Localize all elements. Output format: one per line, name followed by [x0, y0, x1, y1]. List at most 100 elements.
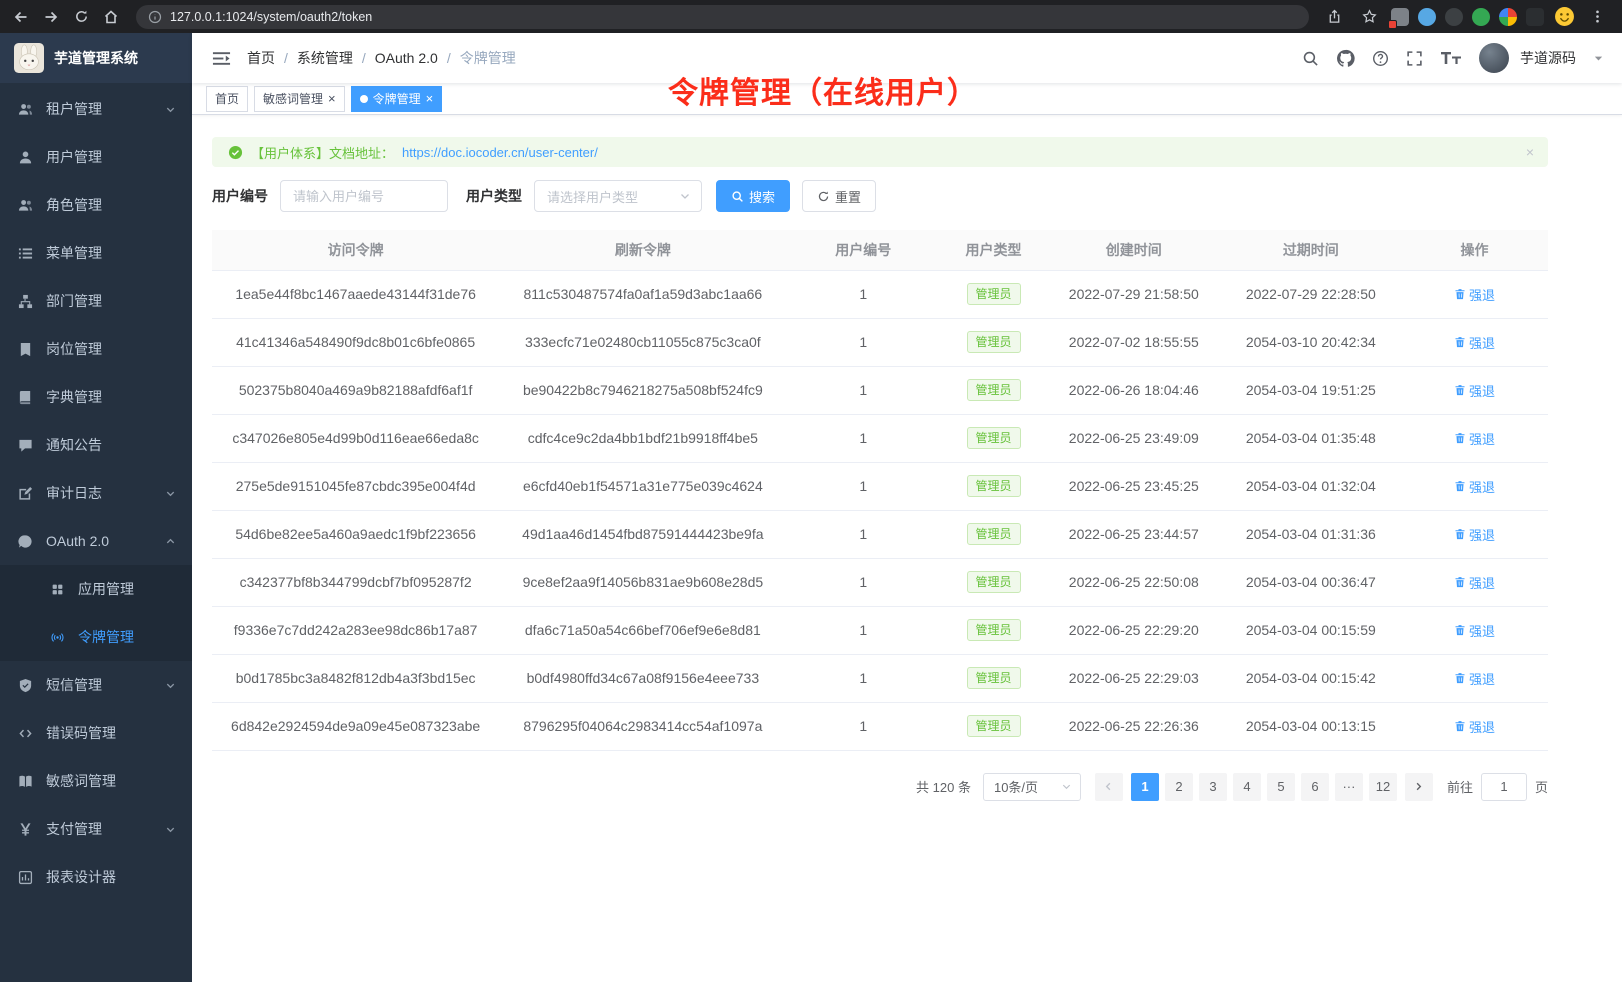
refresh-token-cell: 333ecfc71e02480cb11055c875c3ca0f: [499, 318, 786, 366]
page-size-select[interactable]: 10条/页: [983, 773, 1081, 801]
extension-icon[interactable]: [1445, 8, 1463, 26]
sidebar-item-dept[interactable]: 部门管理: [0, 277, 192, 325]
sidebar-toggle[interactable]: [202, 49, 241, 68]
sidebar-item-audit-log[interactable]: 审计日志: [0, 469, 192, 517]
user-id-cell: 1: [786, 462, 940, 510]
sidebar-item-post[interactable]: 岗位管理: [0, 325, 192, 373]
user-id-input[interactable]: [280, 180, 448, 212]
breadcrumb-oauth2[interactable]: OAuth 2.0: [375, 50, 438, 66]
col-actions: 操作: [1401, 230, 1548, 270]
page-button[interactable]: 2: [1165, 773, 1193, 801]
extension-icon[interactable]: [1472, 8, 1490, 26]
user-avatar[interactable]: [1479, 43, 1509, 73]
created-time-cell: 2022-06-25 23:44:57: [1047, 510, 1221, 558]
search-button[interactable]: 搜索: [716, 180, 790, 212]
page-button[interactable]: 3: [1199, 773, 1227, 801]
tab-home[interactable]: 首页: [206, 86, 248, 112]
profile-avatar[interactable]: [1553, 6, 1575, 28]
close-icon[interactable]: ×: [1526, 144, 1534, 160]
chevron-right-icon: [1413, 781, 1424, 792]
user-type-select[interactable]: 请选择用户类型: [534, 180, 702, 212]
force-logout-button[interactable]: 强退: [1454, 621, 1495, 640]
force-logout-button[interactable]: 强退: [1454, 717, 1495, 736]
force-logout-button[interactable]: 强退: [1454, 525, 1495, 544]
alert-text: 【用户体系】文档地址：: [251, 143, 394, 162]
sidebar-item-notice[interactable]: 通知公告: [0, 421, 192, 469]
address-bar[interactable]: 127.0.0.1:1024/system/oauth2/token: [136, 5, 1309, 29]
sidebar-item-oauth2-token[interactable]: 令牌管理: [0, 613, 192, 661]
refresh-token-cell: 811c530487574fa0af1a59d3abc1aa66: [499, 270, 786, 318]
force-logout-button[interactable]: 强退: [1454, 333, 1495, 352]
page-button[interactable]: 6: [1301, 773, 1329, 801]
user-id-label: 用户编号: [212, 186, 268, 206]
sidebar-item-menu[interactable]: 菜单管理: [0, 229, 192, 277]
page-jump-input[interactable]: [1481, 773, 1527, 801]
annotation-text: 令牌管理（在线用户）: [668, 68, 978, 112]
browser-menu-icon[interactable]: [1584, 4, 1610, 30]
forward-icon[interactable]: [38, 4, 64, 30]
table-row: 41c41346a548490f9dc8b01c6bfe0865 333ecfc…: [212, 318, 1548, 366]
extension-icon[interactable]: [1391, 8, 1409, 26]
action-cell: 强退: [1401, 462, 1548, 510]
page-button[interactable]: 5: [1267, 773, 1295, 801]
sidebar-item-oauth2[interactable]: OAuth 2.0: [0, 517, 192, 565]
fullscreen-icon[interactable]: [1406, 50, 1423, 67]
page-button[interactable]: 4: [1233, 773, 1261, 801]
sidebar-item-oauth2-app[interactable]: 应用管理: [0, 565, 192, 613]
share-icon[interactable]: [1321, 4, 1347, 30]
home-icon[interactable]: [98, 4, 124, 30]
chevron-down-icon: [679, 190, 691, 202]
site-info-icon[interactable]: [148, 10, 162, 24]
doc-link[interactable]: https://doc.iocoder.cn/user-center/: [402, 145, 598, 160]
force-logout-button[interactable]: 强退: [1454, 669, 1495, 688]
page-button[interactable]: 12: [1369, 773, 1397, 801]
access-token-cell: 275e5de9151045fe87cbdc395e004f4d: [212, 462, 499, 510]
next-page-button[interactable]: [1405, 773, 1433, 801]
breadcrumb-separator: /: [284, 50, 288, 66]
font-size-icon[interactable]: [1440, 50, 1462, 66]
page-button[interactable]: 1: [1131, 773, 1159, 801]
sidebar-item-report-designer[interactable]: 报表设计器: [0, 853, 192, 901]
user-id-cell: 1: [786, 510, 940, 558]
chevron-down-icon[interactable]: [1593, 53, 1604, 64]
force-logout-button[interactable]: 强退: [1454, 477, 1495, 496]
sidebar-item-pay[interactable]: 支付管理: [0, 805, 192, 853]
sidebar-item-sms[interactable]: 短信管理: [0, 661, 192, 709]
dept-tree-icon: [16, 294, 34, 309]
force-logout-button[interactable]: 强退: [1454, 573, 1495, 592]
force-logout-button[interactable]: 强退: [1454, 429, 1495, 448]
sidebar-item-user[interactable]: 用户管理: [0, 133, 192, 181]
sidebar-item-tenant[interactable]: 租户管理: [0, 85, 192, 133]
search-icon[interactable]: [1302, 50, 1319, 67]
reset-button[interactable]: 重置: [802, 180, 876, 212]
prev-page-button[interactable]: [1095, 773, 1123, 801]
bookmark-star-icon[interactable]: [1356, 4, 1382, 30]
dict-icon: [16, 390, 34, 405]
help-icon[interactable]: [1372, 50, 1389, 67]
extension-icon[interactable]: [1526, 8, 1544, 26]
sidebar-item-sensitive-word[interactable]: 敏感词管理: [0, 757, 192, 805]
github-icon[interactable]: [1336, 49, 1355, 68]
active-tab-dot: [360, 95, 368, 103]
breadcrumb-home[interactable]: 首页: [247, 48, 275, 68]
action-cell: 强退: [1401, 414, 1548, 462]
table-row: 275e5de9151045fe87cbdc395e004f4d e6cfd40…: [212, 462, 1548, 510]
sidebar-item-dict[interactable]: 字典管理: [0, 373, 192, 421]
close-icon[interactable]: ×: [328, 92, 336, 105]
tab-sensitive-word[interactable]: 敏感词管理 ×: [254, 86, 345, 112]
extension-icon[interactable]: [1499, 8, 1517, 26]
force-logout-button[interactable]: 强退: [1454, 285, 1495, 304]
sidebar-item-error-code[interactable]: 错误码管理: [0, 709, 192, 757]
close-icon[interactable]: ×: [426, 92, 434, 105]
action-cell: 强退: [1401, 606, 1548, 654]
refresh-icon[interactable]: [68, 4, 94, 30]
extension-icon[interactable]: [1418, 8, 1436, 26]
user-name[interactable]: 芋道源码: [1520, 48, 1576, 68]
back-icon[interactable]: [8, 4, 34, 30]
force-logout-button[interactable]: 强退: [1454, 381, 1495, 400]
app-logo-area[interactable]: 芋道管理系统: [0, 33, 192, 83]
tab-token[interactable]: 令牌管理 ×: [351, 86, 443, 112]
page-button[interactable]: ···: [1335, 773, 1363, 801]
breadcrumb-system[interactable]: 系统管理: [297, 48, 353, 68]
sidebar-item-role[interactable]: 角色管理: [0, 181, 192, 229]
